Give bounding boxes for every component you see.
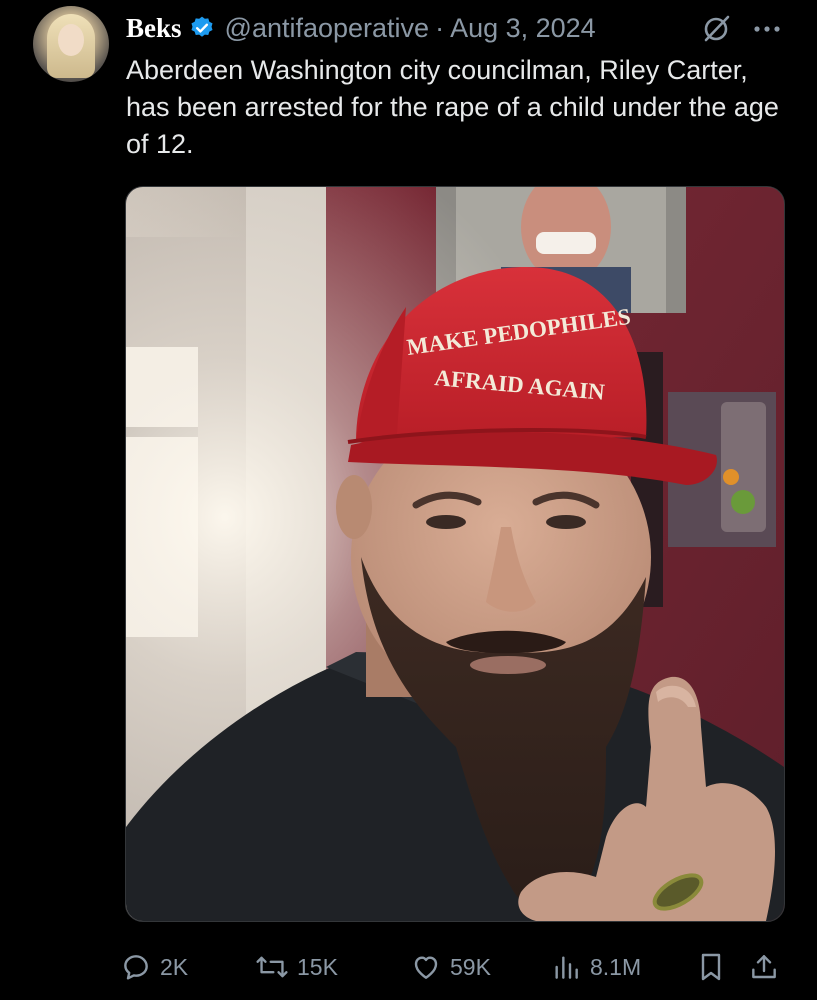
author-handle[interactable]: @antifaoperative bbox=[225, 13, 430, 44]
bookmark-button[interactable] bbox=[696, 945, 726, 989]
post-date[interactable]: Aug 3, 2024 bbox=[450, 13, 596, 44]
tweet: Beks @antifaoperative · Aug 3, 2024 Aber… bbox=[0, 0, 817, 1000]
share-icon bbox=[752, 955, 776, 979]
verified-badge-icon bbox=[191, 16, 213, 37]
reply-button[interactable]: 2K bbox=[120, 945, 188, 989]
bookmark-icon bbox=[701, 953, 721, 981]
avatar-face bbox=[58, 24, 84, 56]
like-count: 59K bbox=[450, 953, 491, 980]
photo-scene: MAKE PEDOPHILES AFRAID AGAIN bbox=[126, 187, 784, 921]
avatar[interactable] bbox=[33, 6, 109, 82]
tweet-header: Beks @antifaoperative · Aug 3, 2024 bbox=[126, 8, 596, 48]
repost-icon bbox=[256, 956, 288, 978]
action-bar: 2K 15K 59K 8.1M bbox=[120, 945, 790, 989]
more-icon[interactable] bbox=[750, 14, 784, 44]
repost-button[interactable]: 15K bbox=[255, 945, 338, 989]
repost-count: 15K bbox=[297, 953, 338, 980]
tweet-text: Aberdeen Washington city councilman, Ril… bbox=[126, 55, 779, 159]
share-button[interactable] bbox=[748, 945, 780, 989]
views-icon bbox=[555, 956, 578, 979]
tweet-photo[interactable]: MAKE PEDOPHILES AFRAID AGAIN bbox=[125, 186, 785, 922]
reply-icon bbox=[124, 955, 148, 980]
grok-icon[interactable] bbox=[701, 14, 731, 44]
reply-count: 2K bbox=[160, 953, 189, 980]
views-count: 8.1M bbox=[590, 953, 642, 980]
meta-separator: · bbox=[435, 12, 445, 43]
like-button[interactable]: 59K bbox=[410, 945, 491, 989]
author-display-name[interactable]: Beks bbox=[126, 13, 182, 44]
like-icon bbox=[414, 956, 438, 979]
views-button[interactable]: 8.1M bbox=[550, 945, 641, 989]
